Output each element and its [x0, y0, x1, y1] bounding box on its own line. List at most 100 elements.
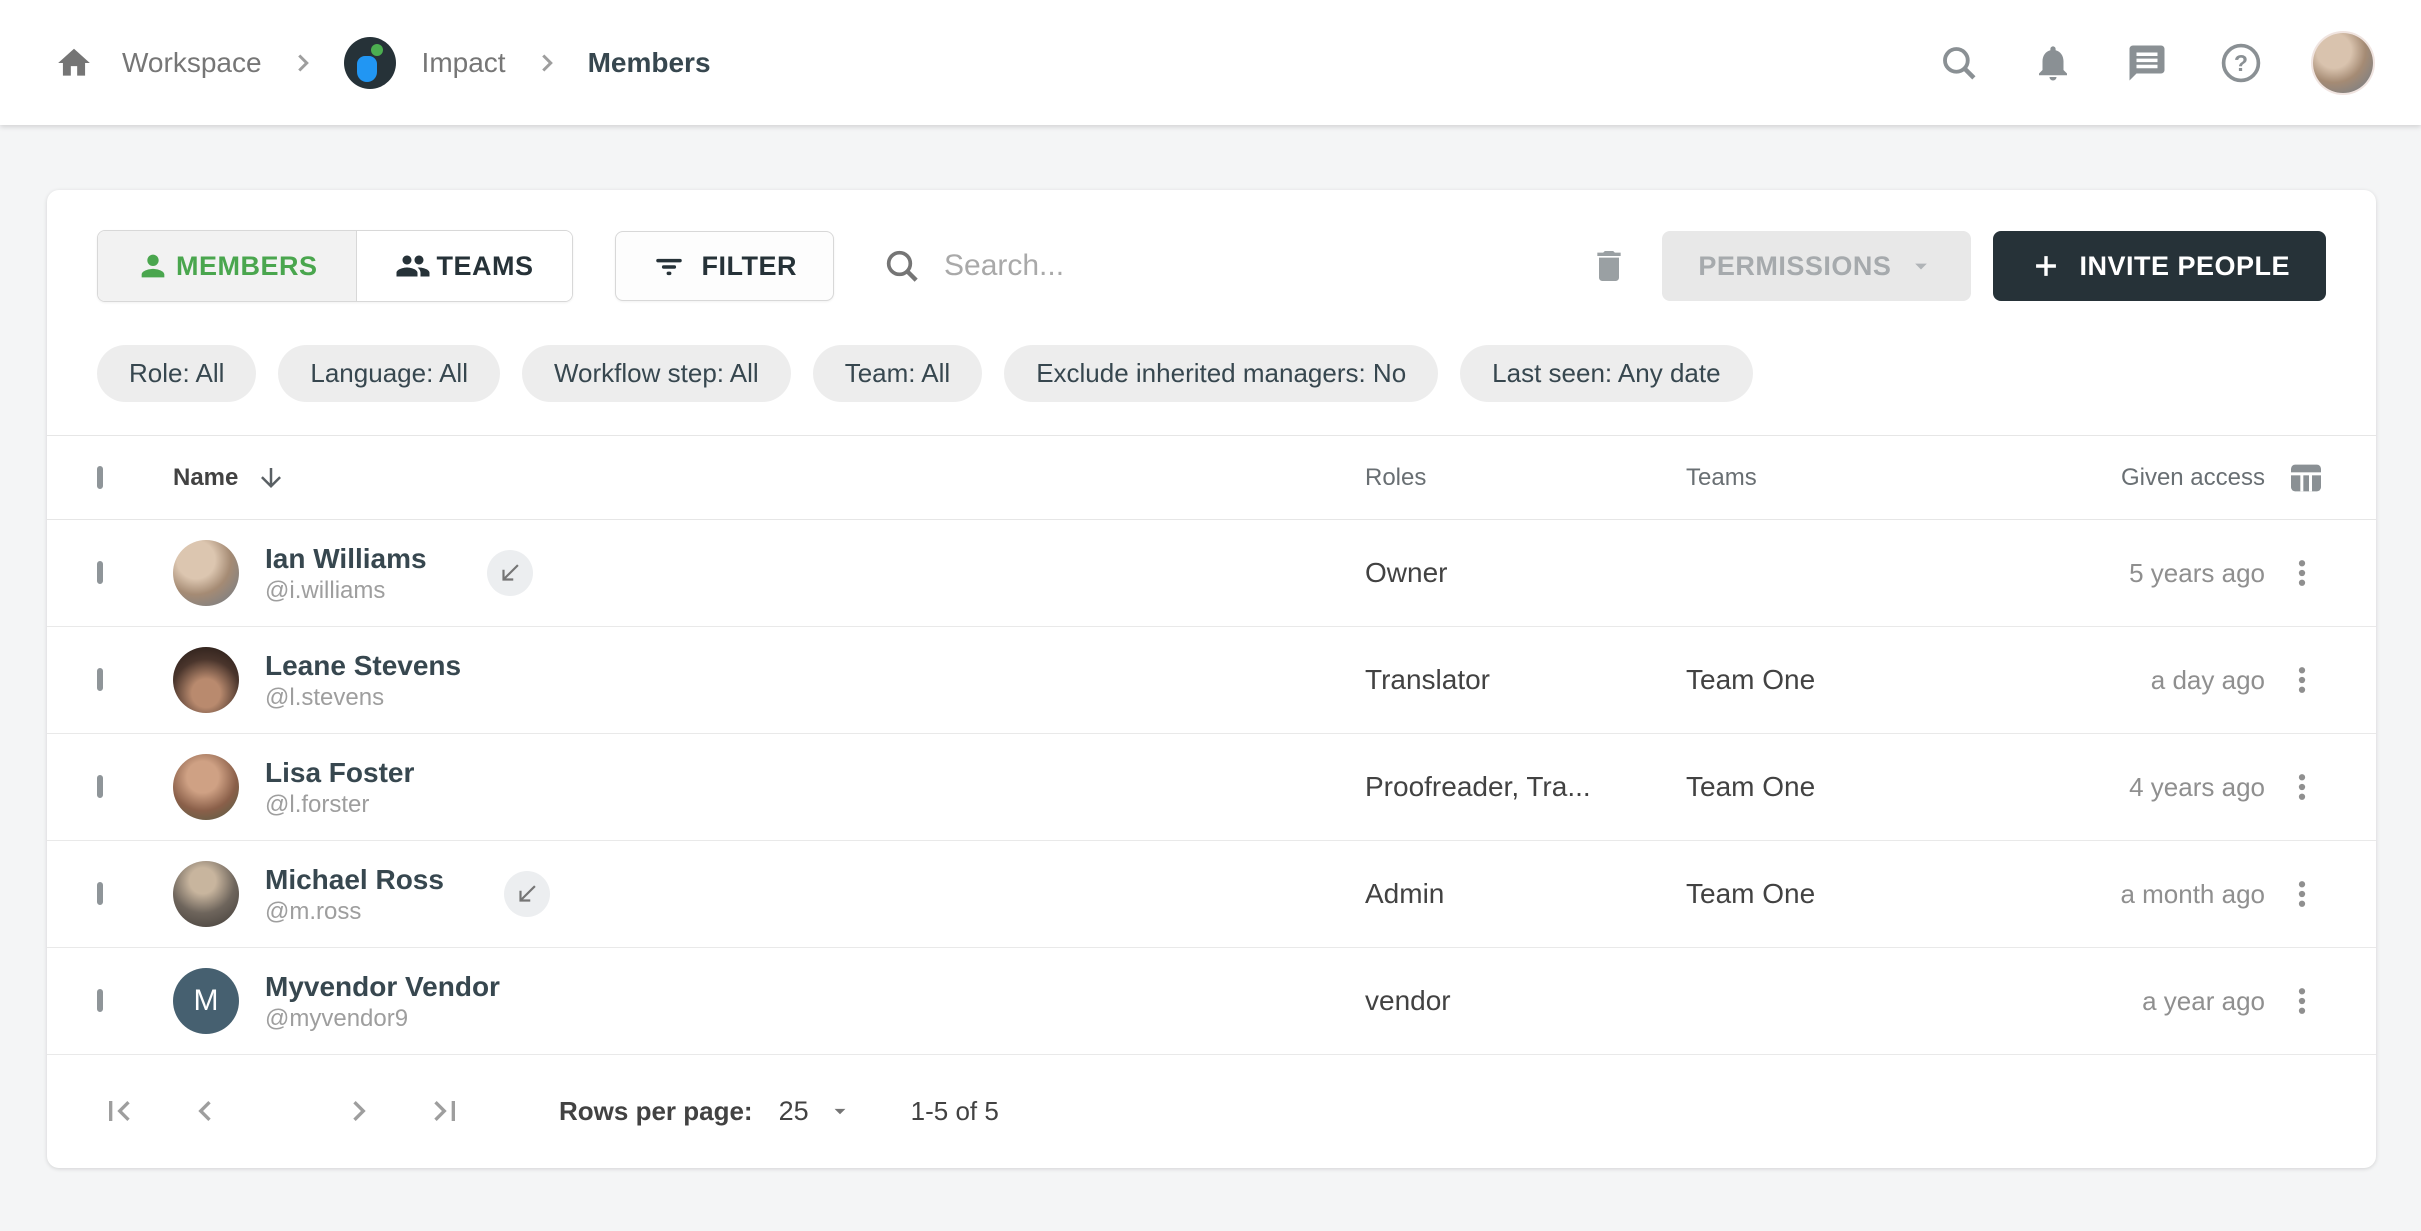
search-box — [882, 246, 1582, 286]
table-header: Name Roles Teams Given access — [47, 435, 2376, 520]
tab-teams[interactable]: TEAMS — [357, 231, 572, 301]
chip-workflow-step[interactable]: Workflow step: All — [522, 345, 791, 402]
chevron-right-icon[interactable] — [337, 1089, 381, 1133]
member-username: @m.ross — [265, 897, 444, 927]
chevron-right-icon — [288, 48, 318, 78]
search-input[interactable] — [944, 249, 1544, 283]
chip-exclude-inherited[interactable]: Exclude inherited managers: No — [1004, 345, 1438, 402]
member-roles: Translator — [1365, 664, 1686, 696]
help-icon[interactable]: ? — [2219, 41, 2263, 85]
row-checkbox[interactable] — [97, 775, 103, 798]
svg-text:?: ? — [2234, 50, 2248, 76]
column-header-given-access[interactable]: Given access — [1957, 464, 2265, 492]
chip-last-seen[interactable]: Last seen: Any date — [1460, 345, 1752, 402]
member-username: @l.stevens — [265, 683, 461, 713]
tab-members[interactable]: MEMBERS — [98, 231, 357, 301]
row-checkbox[interactable] — [97, 882, 103, 905]
members-card: MEMBERS TEAMS FILTER PERMI — [47, 190, 2376, 1168]
member-given-access: a month ago — [1957, 879, 2265, 910]
pagination-range: 1-5 of 5 — [911, 1096, 999, 1127]
invite-people-button[interactable]: INVITE PEOPLE — [1993, 231, 2326, 301]
person-icon — [136, 249, 170, 283]
table-columns-icon[interactable] — [2286, 458, 2326, 498]
tab-teams-label: TEAMS — [437, 251, 534, 282]
table-row[interactable]: Ian Williams @i.williams Owner 5 years a… — [47, 520, 2376, 627]
caret-down-icon — [827, 1098, 853, 1124]
column-header-name[interactable]: Name — [173, 463, 1365, 493]
filter-chips: Role: All Language: All Workflow step: A… — [47, 345, 2376, 402]
avatar — [173, 754, 239, 820]
chip-team[interactable]: Team: All — [813, 345, 983, 402]
row-menu-kebab-icon[interactable] — [2278, 656, 2326, 704]
project-avatar[interactable] — [344, 37, 396, 89]
avatar: M — [173, 968, 239, 1034]
first-page-icon[interactable] — [97, 1089, 141, 1133]
table-row[interactable]: M Myvendor Vendor @myvendor9 vendor a ye… — [47, 948, 2376, 1055]
chevron-right-icon — [532, 48, 562, 78]
row-menu-kebab-icon[interactable] — [2278, 977, 2326, 1025]
filter-button-label: FILTER — [702, 251, 797, 282]
member-given-access: a year ago — [1957, 986, 2265, 1017]
member-name: Leane Stevens — [265, 648, 461, 683]
plus-icon — [2029, 249, 2063, 283]
avatar — [173, 540, 239, 606]
column-header-teams[interactable]: Teams — [1686, 464, 1957, 492]
chat-icon[interactable] — [2125, 41, 2169, 85]
member-given-access: 4 years ago — [1957, 772, 2265, 803]
tab-members-label: MEMBERS — [176, 251, 318, 282]
pagination-bar: Rows per page: 25 1-5 of 5 — [47, 1055, 2376, 1167]
permissions-button-label: PERMISSIONS — [1698, 251, 1891, 282]
avatar — [173, 861, 239, 927]
table-row[interactable]: Lisa Foster @l.forster Proofreader, Tra.… — [47, 734, 2376, 841]
member-name: Ian Williams — [265, 541, 427, 576]
people-icon — [395, 248, 431, 284]
column-header-roles[interactable]: Roles — [1365, 464, 1686, 492]
member-name: Myvendor Vendor — [265, 969, 500, 1004]
member-teams: Team One — [1686, 771, 1957, 803]
member-given-access: a day ago — [1957, 665, 2265, 696]
search-icon[interactable] — [1937, 41, 1981, 85]
login-as-arrow-icon[interactable] — [487, 550, 533, 596]
breadcrumb-workspace[interactable]: Workspace — [122, 47, 262, 79]
rows-per-page-label: Rows per page: — [559, 1096, 753, 1127]
home-icon[interactable] — [52, 41, 96, 85]
member-given-access: 5 years ago — [1957, 558, 2265, 589]
member-name: Michael Ross — [265, 862, 444, 897]
select-all-checkbox[interactable] — [97, 466, 103, 489]
top-bar: Workspace Impact Members ? — [0, 0, 2421, 125]
row-menu-kebab-icon[interactable] — [2278, 870, 2326, 918]
row-checkbox[interactable] — [97, 561, 103, 584]
filter-button[interactable]: FILTER — [615, 231, 834, 301]
member-teams: Team One — [1686, 878, 1957, 910]
member-roles: Proofreader, Tra... — [1365, 771, 1686, 803]
row-checkbox[interactable] — [97, 989, 103, 1012]
breadcrumb-project[interactable]: Impact — [422, 47, 506, 79]
user-avatar[interactable] — [2313, 33, 2373, 93]
table-row[interactable]: Leane Stevens @l.stevens Translator Team… — [47, 627, 2376, 734]
view-tabs: MEMBERS TEAMS — [97, 230, 573, 302]
breadcrumb-members: Members — [588, 47, 711, 79]
row-menu-kebab-icon[interactable] — [2278, 549, 2326, 597]
member-username: @l.forster — [265, 790, 414, 820]
member-username: @myvendor9 — [265, 1004, 500, 1034]
trash-icon[interactable] — [1582, 239, 1636, 293]
filter-icon — [652, 249, 686, 283]
table-row[interactable]: Michael Ross @m.ross Admin Team One a mo… — [47, 841, 2376, 948]
member-roles: Owner — [1365, 557, 1686, 589]
last-page-icon[interactable] — [423, 1089, 467, 1133]
search-icon — [882, 246, 922, 286]
bell-icon[interactable] — [2031, 41, 2075, 85]
row-menu-kebab-icon[interactable] — [2278, 763, 2326, 811]
caret-down-icon — [1907, 252, 1935, 280]
avatar — [173, 647, 239, 713]
permissions-button[interactable]: PERMISSIONS — [1662, 231, 1971, 301]
chip-language[interactable]: Language: All — [278, 345, 500, 402]
invite-people-label: INVITE PEOPLE — [2079, 251, 2290, 282]
login-as-arrow-icon[interactable] — [504, 871, 550, 917]
arrow-down-icon[interactable] — [256, 463, 286, 493]
chevron-left-icon[interactable] — [183, 1089, 227, 1133]
member-roles: Admin — [1365, 878, 1686, 910]
rows-per-page-select[interactable]: 25 — [779, 1096, 853, 1127]
chip-role[interactable]: Role: All — [97, 345, 256, 402]
row-checkbox[interactable] — [97, 668, 103, 691]
